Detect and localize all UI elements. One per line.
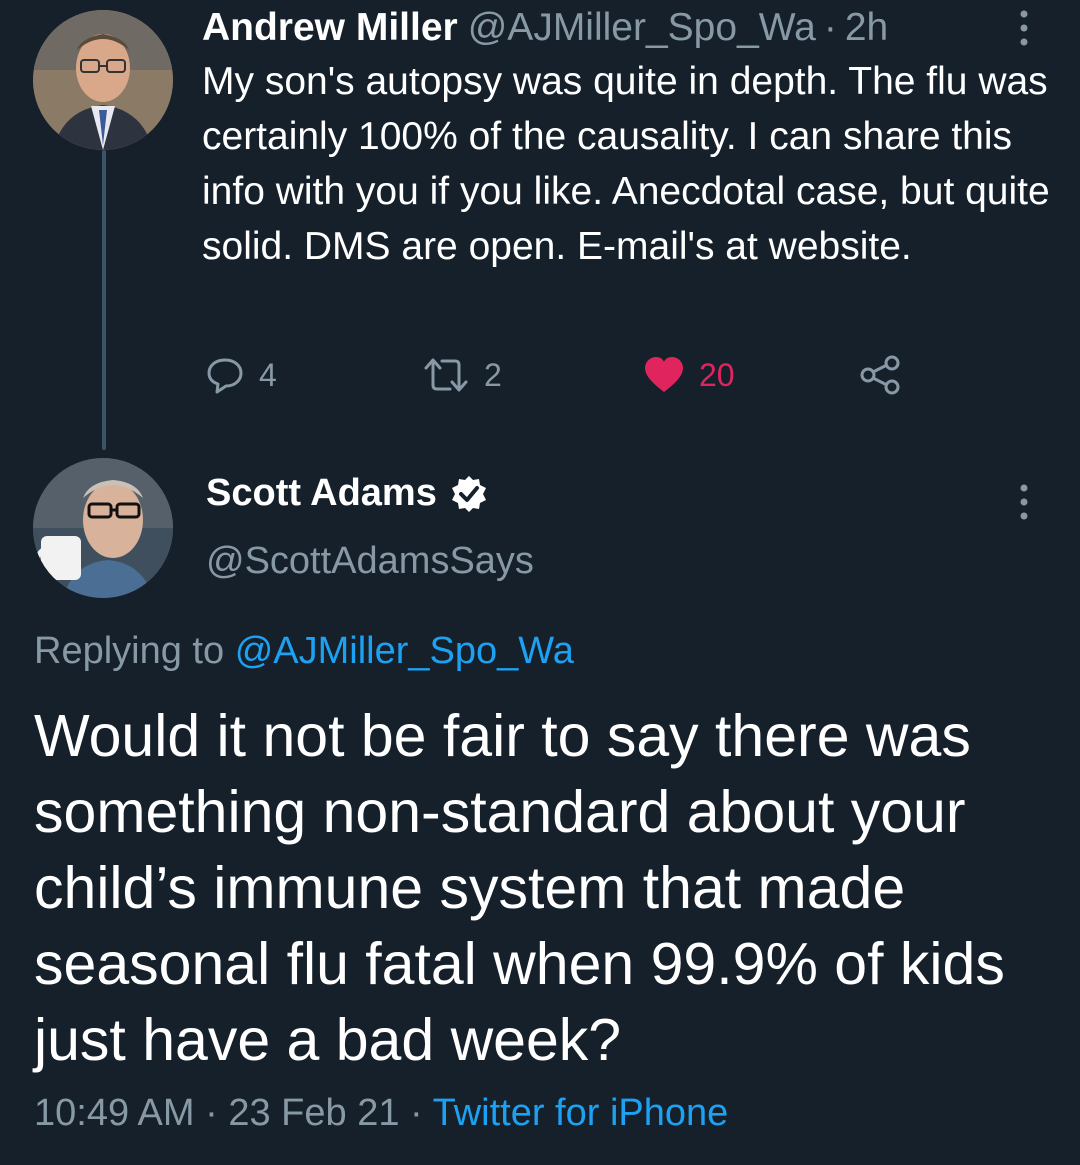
avatar-andrew-miller[interactable] bbox=[33, 10, 173, 150]
retweet-icon bbox=[424, 358, 468, 392]
tweet-time[interactable]: 2h bbox=[845, 6, 888, 50]
author-handle[interactable]: @AJMiller_Spo_Wa bbox=[468, 6, 816, 50]
like-button[interactable]: 20 bbox=[643, 352, 735, 398]
author-name[interactable]: Scott Adams bbox=[206, 472, 437, 515]
more-icon[interactable] bbox=[1014, 482, 1034, 527]
avatar-scott-adams[interactable] bbox=[33, 458, 173, 598]
separator-dot: · bbox=[410, 1092, 423, 1134]
verified-badge-icon bbox=[451, 475, 486, 512]
replying-to: Replying to @AJMiller_Spo_Wa bbox=[34, 630, 574, 673]
tweet-time[interactable]: 10:49 AM bbox=[34, 1092, 195, 1134]
like-count: 20 bbox=[699, 356, 735, 393]
author-name[interactable]: Andrew Miller bbox=[202, 6, 458, 50]
retweet-button[interactable]: 2 bbox=[422, 352, 502, 398]
tweet2-text: Would it not be fair to say there was so… bbox=[34, 703, 1005, 1073]
separator-dot: · bbox=[823, 6, 837, 49]
thread-connector bbox=[102, 150, 106, 450]
tweet-meta-footer: 10:49 AM · 23 Feb 21 · Twitter for iPhon… bbox=[34, 1092, 728, 1135]
replying-to-handle-link[interactable]: @AJMiller_Spo_Wa bbox=[235, 630, 574, 672]
tweet-source-link[interactable]: Twitter for iPhone bbox=[433, 1092, 729, 1134]
share-button[interactable] bbox=[858, 352, 902, 398]
author-handle[interactable]: @ScottAdamsSays bbox=[206, 540, 534, 583]
like-icon bbox=[645, 357, 683, 392]
tweet1-header: Andrew Miller @AJMiller_Spo_Wa · 2h bbox=[202, 3, 888, 53]
reply-icon bbox=[207, 358, 243, 394]
retweet-count: 2 bbox=[484, 356, 502, 393]
tweet1-text: My son's autopsy was quite in depth. The… bbox=[202, 60, 1050, 268]
tweet-date[interactable]: 23 Feb 21 bbox=[228, 1092, 399, 1134]
separator-dot: · bbox=[205, 1092, 218, 1134]
tweet2-author[interactable]: Scott Adams bbox=[206, 472, 489, 515]
share-icon bbox=[860, 355, 900, 395]
replying-label: Replying to bbox=[34, 630, 225, 672]
more-icon[interactable] bbox=[1014, 8, 1034, 53]
reply-count: 4 bbox=[259, 356, 277, 393]
reply-button[interactable]: 4 bbox=[205, 352, 277, 398]
